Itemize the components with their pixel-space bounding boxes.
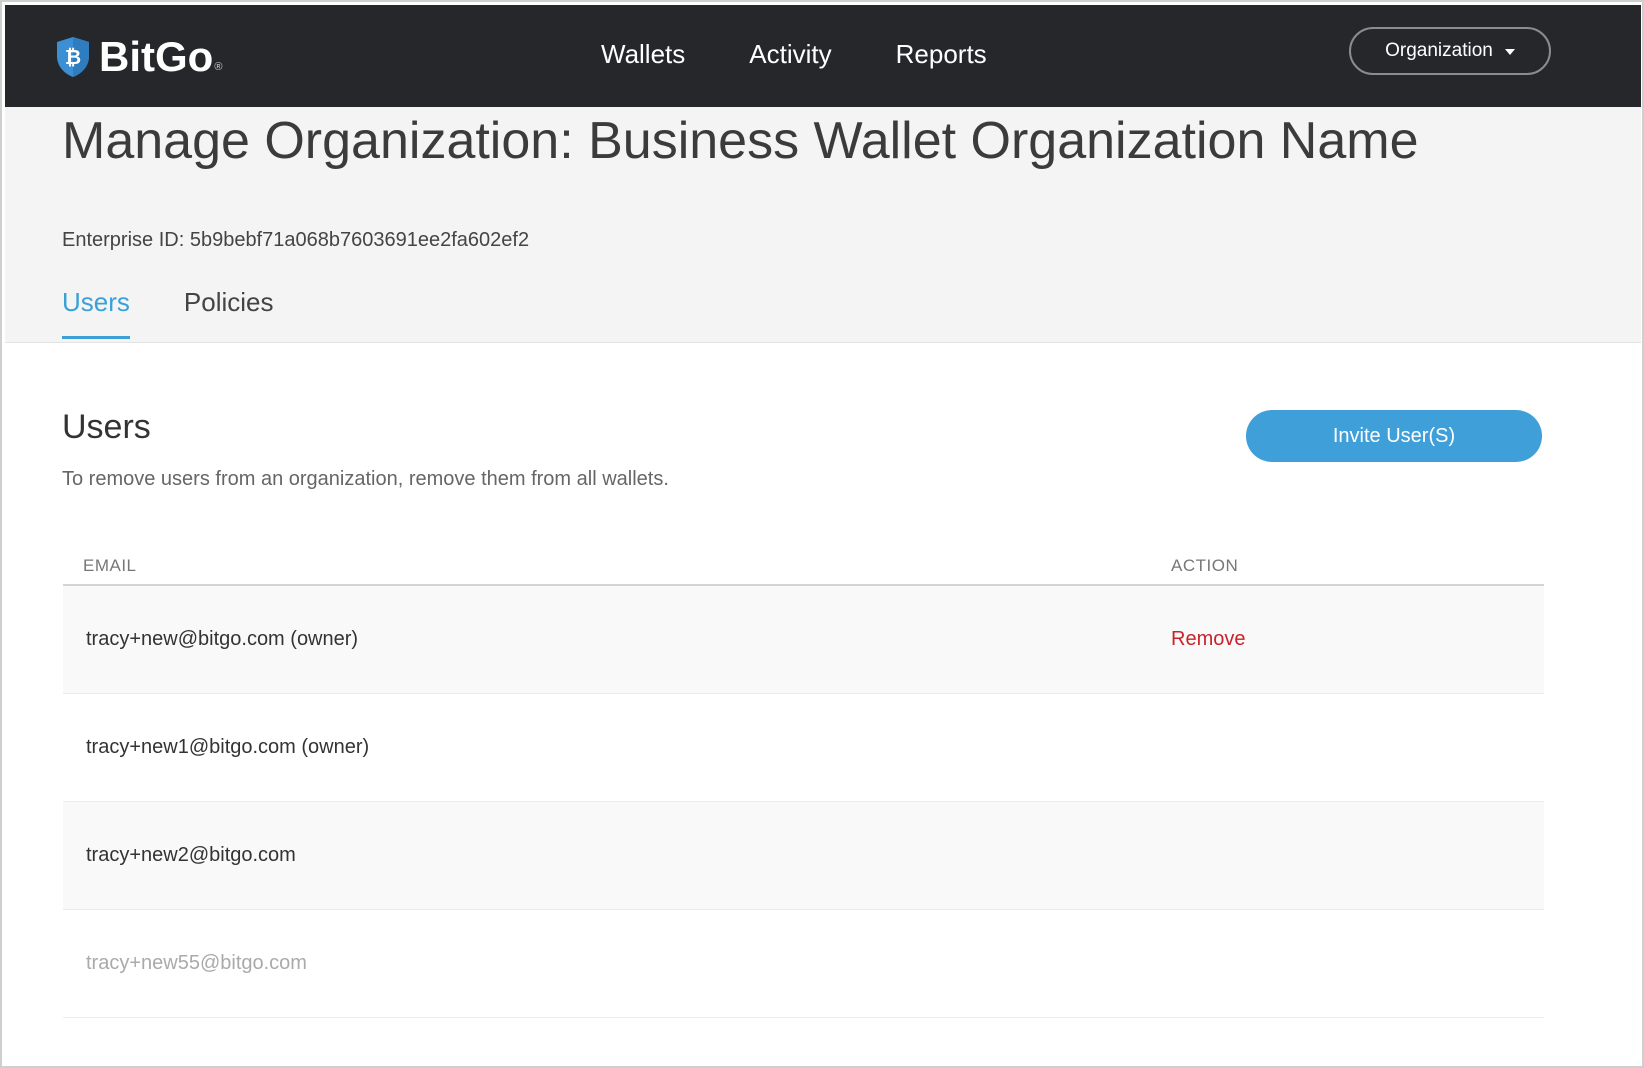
registered-mark: ® <box>214 61 223 73</box>
users-section-description: To remove users from an organization, re… <box>62 468 669 490</box>
user-email: tracy+new1@bitgo.com (owner) <box>86 736 370 758</box>
organization-dropdown-label: Organization <box>1385 40 1493 61</box>
users-section-title: Users <box>62 408 151 446</box>
tab-bar: Users Policies <box>62 287 328 339</box>
caret-down-icon <box>1504 48 1515 55</box>
page-title: Manage Organization: Business Wallet Org… <box>62 112 1419 170</box>
tab-policies[interactable]: Policies <box>184 287 274 339</box>
page-header: Manage Organization: Business Wallet Org… <box>5 107 1641 343</box>
user-email: tracy+new55@bitgo.com <box>86 952 307 974</box>
app-frame: ₿ BitGo ® Wallets Activity Reports Organ… <box>0 0 1644 1068</box>
user-email: tracy+new2@bitgo.com <box>86 844 296 866</box>
column-header-action: ACTION <box>1171 556 1239 575</box>
nav-link-activity[interactable]: Activity <box>749 39 831 70</box>
nav-link-reports[interactable]: Reports <box>896 39 987 70</box>
enterprise-id: Enterprise ID: 5b9bebf71a068b7603691ee2f… <box>62 229 530 251</box>
column-header-email: EMAIL <box>83 556 137 575</box>
user-email: tracy+new@bitgo.com (owner) <box>86 628 359 650</box>
table-row: tracy+new@bitgo.com (owner) Remove <box>63 586 1544 694</box>
users-table: EMAIL ACTION tracy+new@bitgo.com (owner)… <box>63 548 1544 1018</box>
tab-users[interactable]: Users <box>62 287 130 339</box>
invite-users-button[interactable]: Invite User(S) <box>1246 410 1542 462</box>
organization-dropdown[interactable]: Organization <box>1349 27 1551 75</box>
shield-icon: ₿ <box>57 37 89 77</box>
top-navbar: ₿ BitGo ® Wallets Activity Reports Organ… <box>5 5 1641 107</box>
table-row: tracy+new55@bitgo.com <box>63 910 1544 1018</box>
table-row: tracy+new1@bitgo.com (owner) <box>63 694 1544 802</box>
bitgo-logo[interactable]: ₿ BitGo ® <box>55 33 222 81</box>
remove-user-link[interactable]: Remove <box>1171 628 1245 651</box>
main-nav: Wallets Activity Reports <box>601 39 1051 70</box>
brand-name: BitGo <box>99 33 214 80</box>
svg-text:₿: ₿ <box>65 45 81 69</box>
nav-link-wallets[interactable]: Wallets <box>601 39 685 70</box>
table-row: tracy+new2@bitgo.com <box>63 802 1544 910</box>
table-header: EMAIL ACTION <box>63 548 1544 586</box>
